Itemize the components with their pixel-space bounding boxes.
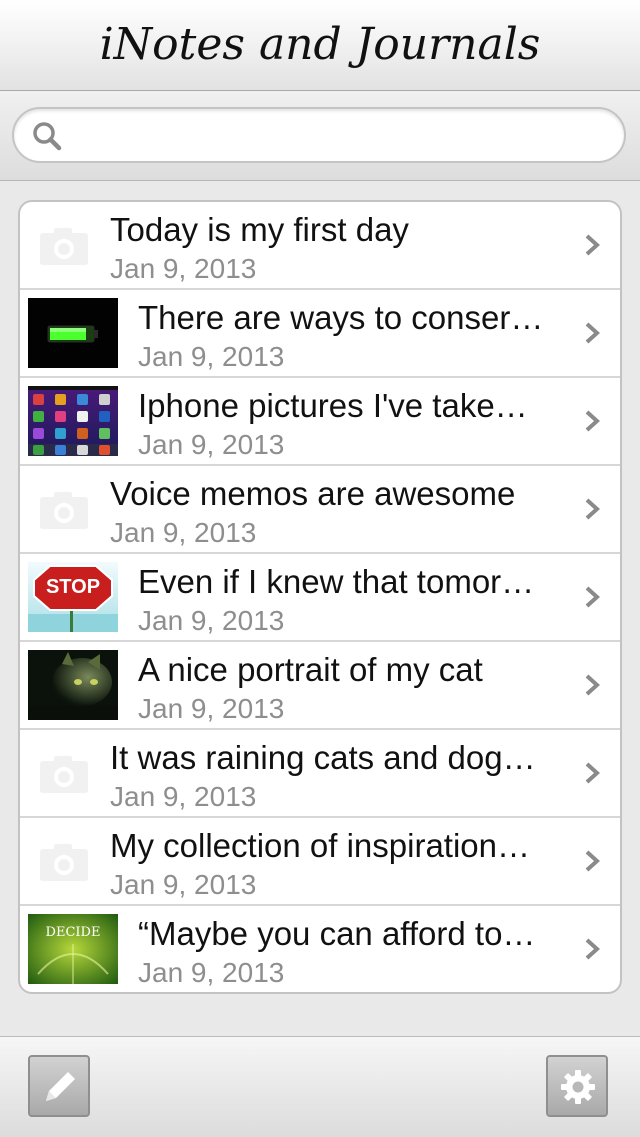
camera-placeholder-icon bbox=[40, 844, 88, 881]
chevron-right-icon bbox=[585, 850, 600, 872]
svg-text:DECIDE: DECIDE bbox=[46, 925, 101, 940]
list-item[interactable]: DECIDE “Maybe you can afford to… Jan 9, … bbox=[20, 906, 620, 992]
entry-title: There are ways to conser… bbox=[138, 299, 544, 336]
entry-date: Jan 9, 2013 bbox=[138, 957, 285, 988]
journal-list: Today is my first day Jan 9, 2013 There … bbox=[18, 200, 622, 994]
entry-date: Jan 9, 2013 bbox=[138, 341, 285, 372]
list-item[interactable]: Iphone pictures I've take… Jan 9, 2013 bbox=[20, 378, 620, 466]
cat-thumbnail bbox=[28, 650, 118, 720]
header-bar: iNotes and Journals bbox=[0, 0, 640, 91]
entry-date: Jan 9, 2013 bbox=[110, 517, 257, 548]
entry-title: Voice memos are awesome bbox=[110, 475, 516, 512]
chevron-right-icon bbox=[585, 322, 600, 344]
entry-title: Even if I knew that tomor… bbox=[138, 563, 535, 600]
chevron-right-icon bbox=[585, 938, 600, 960]
battery-thumbnail bbox=[28, 298, 118, 368]
list-item[interactable]: My collection of inspiration… Jan 9, 201… bbox=[20, 818, 620, 906]
homescreen-thumbnail bbox=[28, 386, 118, 456]
chevron-right-icon bbox=[585, 234, 600, 256]
entry-title: Today is my first day bbox=[110, 211, 409, 248]
entry-title: “Maybe you can afford to… bbox=[138, 915, 536, 952]
entry-title: It was raining cats and dog… bbox=[110, 739, 536, 776]
camera-placeholder-icon bbox=[40, 492, 88, 529]
chevron-right-icon bbox=[585, 586, 600, 608]
svg-text:STOP: STOP bbox=[46, 576, 100, 598]
entry-title: My collection of inspiration… bbox=[110, 827, 531, 864]
chevron-right-icon bbox=[585, 762, 600, 784]
stop-sign-thumbnail: STOP bbox=[28, 562, 118, 632]
pencil-icon bbox=[46, 1072, 75, 1101]
list-item[interactable]: Voice memos are awesome Jan 9, 2013 bbox=[20, 466, 620, 554]
entry-date: Jan 9, 2013 bbox=[110, 869, 257, 900]
entry-title: A nice portrait of my cat bbox=[138, 651, 483, 688]
list-item[interactable]: A nice portrait of my cat Jan 9, 2013 bbox=[20, 642, 620, 730]
search-icon bbox=[33, 122, 62, 151]
camera-placeholder-icon bbox=[40, 228, 88, 265]
camera-placeholder-icon bbox=[40, 756, 88, 793]
app-title: iNotes and Journals bbox=[99, 19, 541, 70]
decide-thumbnail: DECIDE bbox=[28, 914, 118, 984]
entry-date: Jan 9, 2013 bbox=[110, 253, 257, 284]
chevron-right-icon bbox=[585, 674, 600, 696]
chevron-right-icon bbox=[585, 410, 600, 432]
entry-title: Iphone pictures I've take… bbox=[138, 387, 528, 424]
list-item[interactable]: There are ways to conser… Jan 9, 2013 bbox=[20, 290, 620, 378]
search-input[interactable] bbox=[12, 107, 626, 163]
chevron-right-icon bbox=[585, 498, 600, 520]
compose-button[interactable] bbox=[28, 1055, 90, 1117]
entry-date: Jan 9, 2013 bbox=[138, 429, 285, 460]
list-item[interactable]: It was raining cats and dog… Jan 9, 2013 bbox=[20, 730, 620, 818]
list-item[interactable]: Today is my first day Jan 9, 2013 bbox=[20, 202, 620, 290]
list-item[interactable]: STOP Even if I knew that tomor… Jan 9, 2… bbox=[20, 554, 620, 642]
bottom-toolbar bbox=[0, 1036, 640, 1137]
search-bar bbox=[0, 91, 640, 181]
entry-date: Jan 9, 2013 bbox=[138, 605, 285, 636]
entry-date: Jan 9, 2013 bbox=[138, 693, 285, 724]
settings-button[interactable] bbox=[546, 1055, 608, 1117]
gear-icon bbox=[561, 1070, 595, 1104]
entry-date: Jan 9, 2013 bbox=[110, 781, 257, 812]
